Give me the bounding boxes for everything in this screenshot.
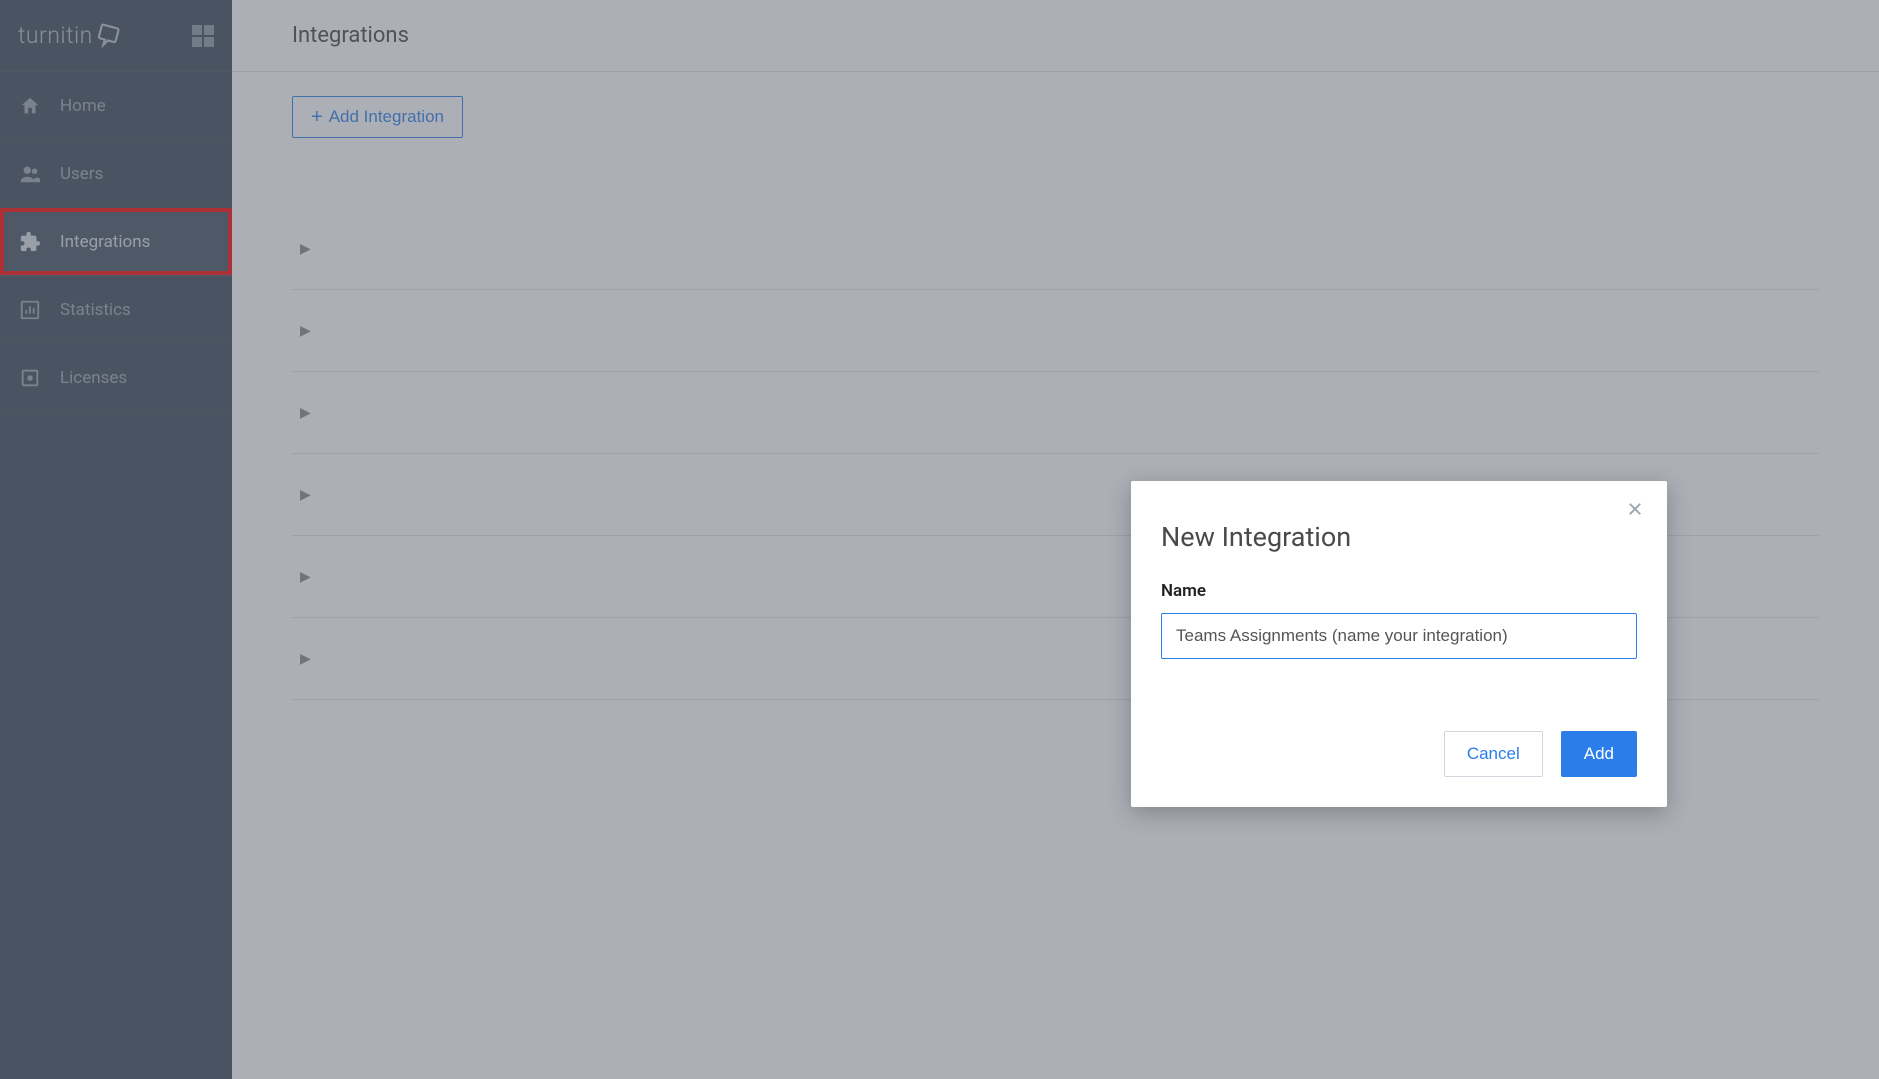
modal-title: New Integration xyxy=(1161,521,1637,553)
cancel-button[interactable]: Cancel xyxy=(1444,731,1543,777)
integration-name-input[interactable] xyxy=(1161,613,1637,659)
modal-overlay[interactable]: New Integration Name Cancel Add xyxy=(0,0,1879,1079)
close-icon xyxy=(1626,497,1644,525)
modal-close-button[interactable] xyxy=(1621,497,1649,525)
add-button[interactable]: Add xyxy=(1561,731,1637,777)
name-field-label: Name xyxy=(1161,581,1637,601)
new-integration-modal: New Integration Name Cancel Add xyxy=(1131,481,1667,807)
modal-footer: Cancel Add xyxy=(1131,681,1667,807)
modal-body: New Integration Name xyxy=(1131,481,1667,681)
